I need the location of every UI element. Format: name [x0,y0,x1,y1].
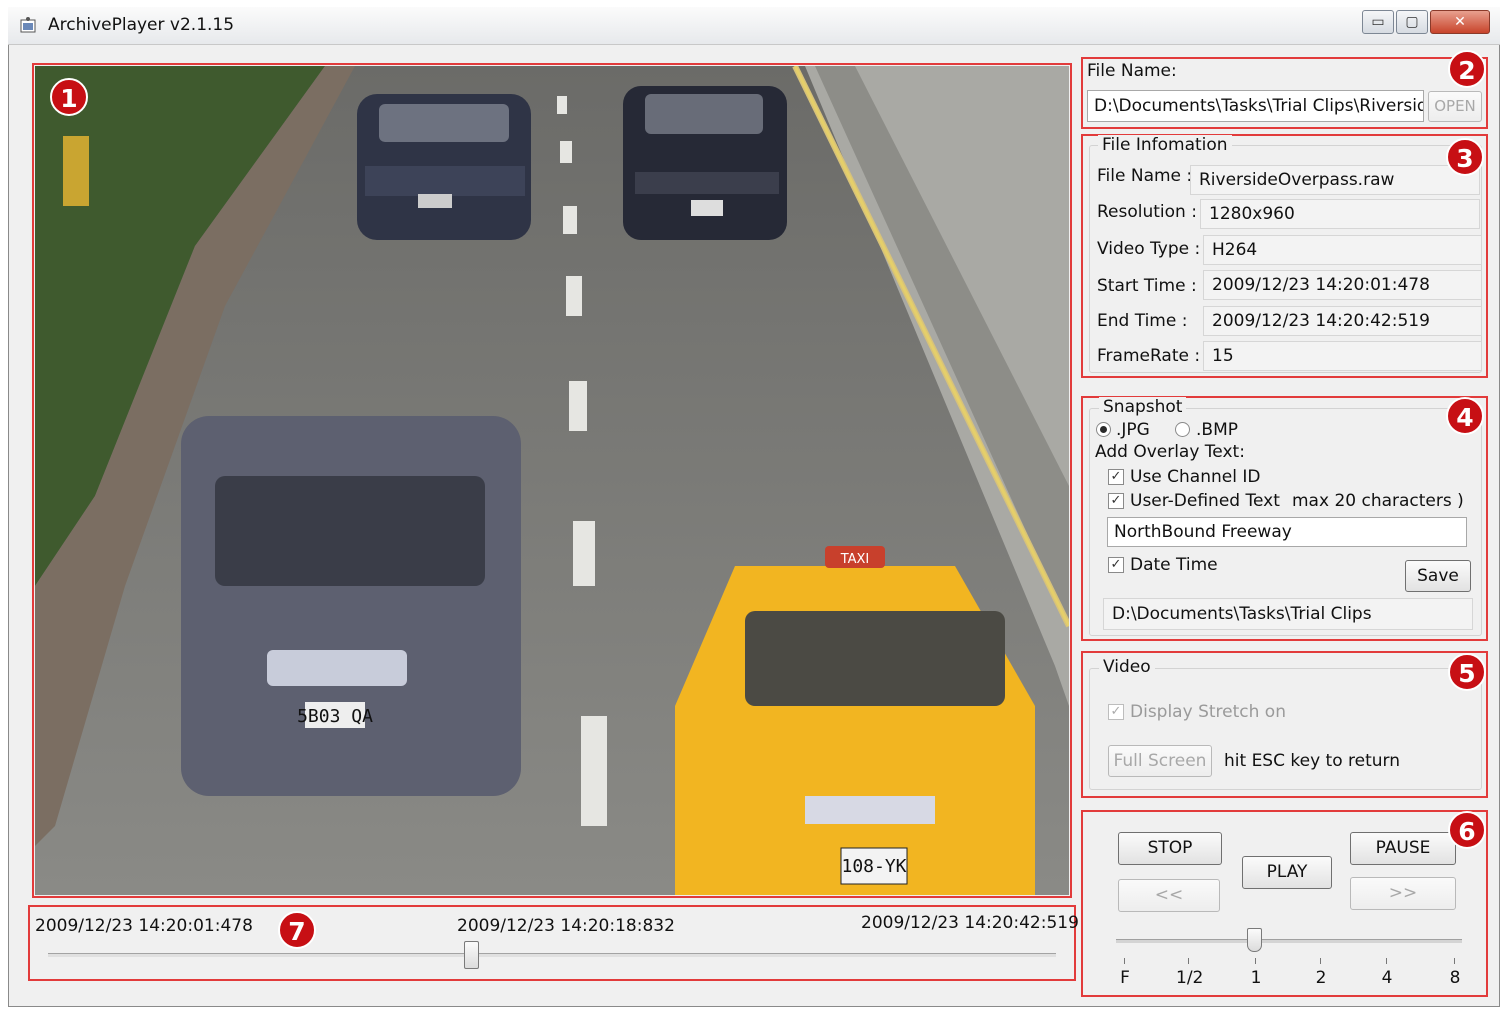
plate-text-1: 5B03 QA [297,706,373,727]
speed-label: 4 [1381,968,1393,988]
speed-label: 1 [1250,968,1262,988]
app-icon [20,17,36,33]
timeline-start-time: 2009/12/23 14:20:01:478 [35,916,253,936]
taxi-sign-text: TAXI [840,552,870,567]
rewind-button[interactable]: << [1118,879,1220,912]
file-info-title: File Infomation [1098,135,1232,155]
use-channel-id-checkbox[interactable]: ✓ [1108,469,1124,485]
esc-hint: hit ESC key to return [1224,751,1400,771]
display-stretch-checkbox[interactable]: ✓ [1108,704,1124,720]
pause-button[interactable]: PAUSE [1350,832,1456,865]
radio-jpg[interactable] [1096,422,1111,437]
info-value-video-type: H264 [1203,235,1482,265]
speed-slider-thumb[interactable] [1247,928,1262,952]
speed-tick [1124,958,1125,964]
title-bar[interactable]: ArchivePlayer v2.1.15 ▭ ▢ ✕ [8,7,1500,45]
badge-2: 2 [1448,50,1486,88]
timeline-current-time: 2009/12/23 14:20:18:832 [457,916,675,936]
open-button[interactable]: OPEN [1428,91,1482,122]
info-label-video-type: Video Type : [1097,239,1201,259]
maximize-button[interactable]: ▢ [1396,10,1428,34]
timeline-thumb[interactable] [464,941,480,969]
speed-tick [1454,958,1455,964]
user-defined-text-checkbox[interactable]: ✓ [1108,493,1124,509]
radio-jpg-dot [1100,426,1107,433]
display-stretch-label[interactable]: Display Stretch on [1130,702,1286,722]
date-time-checkbox[interactable]: ✓ [1108,557,1124,573]
minimize-icon: ▭ [1371,14,1385,30]
save-path-field[interactable]: D:\Documents\Tasks\Trial Clips [1103,598,1473,630]
stop-button[interactable]: STOP [1118,832,1222,865]
radio-bmp-label[interactable]: .BMP [1196,420,1238,440]
badge-1: 1 [50,78,88,116]
badge-3: 3 [1446,138,1484,176]
car-dark-sedan [623,86,787,240]
video-title: Video [1099,657,1155,677]
speed-label: 1/2 [1176,968,1204,988]
full-screen-button[interactable]: Full Screen [1108,745,1212,777]
user-defined-text-label[interactable]: User-Defined Text [1130,491,1280,511]
car-honda-suv: 5B03 QA [181,416,521,796]
speed-tick [1320,958,1321,964]
maximize-icon: ▢ [1405,14,1419,30]
radio-jpg-label[interactable]: .JPG [1116,420,1150,440]
info-value-end-time: 2009/12/23 14:20:42:519 [1203,306,1482,336]
speed-slider-track[interactable] [1116,939,1462,943]
window-title: ArchivePlayer v2.1.15 [48,15,235,35]
overlay-text-input[interactable]: NorthBound Freeway [1107,517,1467,547]
speed-label: 8 [1449,968,1461,988]
snapshot-title: Snapshot [1099,397,1187,417]
timeline-end-time: 2009/12/23 14:20:42:519 [861,913,1079,933]
info-value-start-time: 2009/12/23 14:20:01:478 [1203,270,1482,300]
video-frame[interactable]: 5B03 QA TAXI 108-YK [35,66,1069,895]
info-label-resolution: Resolution : [1097,202,1197,222]
minimize-button[interactable]: ▭ [1362,10,1394,34]
badge-6: 6 [1448,811,1486,849]
info-label-start-time: Start Time : [1097,276,1197,296]
overlay-text-label: Add Overlay Text: [1095,442,1245,462]
plate-text-2: 108-YK [841,856,906,877]
file-name-label: File Name: [1087,61,1177,81]
close-icon: ✕ [1454,14,1466,30]
info-label-file-name: File Name : [1097,166,1193,186]
info-label-end-time: End Time : [1097,311,1188,331]
speed-tick [1188,958,1189,964]
timeline-track[interactable] [48,953,1056,957]
info-value-resolution: 1280x960 [1200,199,1480,229]
car-bmw [357,94,531,240]
badge-5: 5 [1448,653,1486,691]
speed-tick [1386,958,1387,964]
use-channel-id-label[interactable]: Use Channel ID [1130,467,1260,487]
radio-bmp[interactable] [1175,422,1190,437]
date-time-label[interactable]: Date Time [1130,555,1218,575]
forward-button[interactable]: >> [1350,877,1456,910]
speed-label: F [1120,968,1130,988]
speed-tick [1255,958,1256,964]
badge-7: 7 [278,911,316,949]
close-button[interactable]: ✕ [1430,10,1490,34]
info-value-framerate: 15 [1203,341,1482,371]
info-label-framerate: FrameRate : [1097,346,1201,366]
play-button[interactable]: PLAY [1242,856,1332,889]
badge-4: 4 [1446,397,1484,435]
file-path-input[interactable]: D:\Documents\Tasks\Trial Clips\Riverside… [1087,90,1424,122]
max-chars-note: max 20 characters ) [1292,491,1464,511]
info-value-file-name: RiversideOverpass.raw [1190,165,1480,195]
speed-label: 2 [1315,968,1327,988]
save-button[interactable]: Save [1405,560,1471,592]
